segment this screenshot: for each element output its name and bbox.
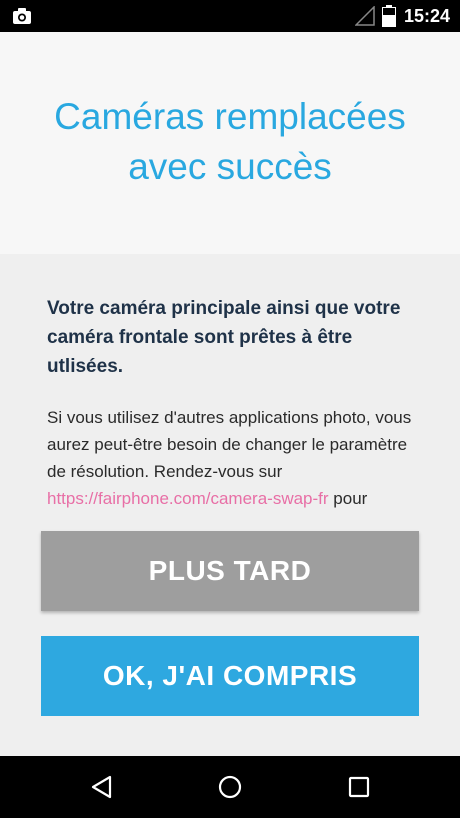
camera-swap-link[interactable]: https://fairphone.com/camera-swap-fr (47, 489, 329, 508)
home-icon[interactable] (216, 773, 244, 801)
ok-button[interactable]: OK, J'AI COMPRIS (41, 636, 419, 716)
later-button-label: PLUS TARD (148, 555, 312, 586)
battery-icon (382, 5, 396, 27)
navigation-bar (0, 756, 460, 818)
lead-text: Votre caméra principale ainsi que votre … (47, 298, 401, 377)
title-line-2: avec succès (128, 146, 332, 187)
page-title: Caméras remplacées avec succès (0, 92, 460, 192)
clock: 15:24 (403, 6, 450, 26)
camera-icon (13, 8, 31, 24)
recent-apps-icon[interactable] (345, 773, 373, 801)
message-content[interactable]: Votre caméra principale ainsi que votre … (0, 254, 460, 508)
title-line-1: Caméras remplacées (54, 96, 406, 137)
signal-icon (355, 6, 375, 26)
body-text-start: Si vous utilisez d'autres applications p… (47, 408, 412, 481)
status-bar: 15:24 (0, 0, 460, 32)
body-text-end: pour (328, 489, 368, 508)
header: Caméras remplacées avec succès (0, 32, 460, 254)
back-icon[interactable] (88, 773, 116, 801)
ok-button-label: OK, J'AI COMPRIS (102, 660, 358, 691)
body-text: Si vous utilisez d'autres applications p… (47, 404, 427, 508)
later-button[interactable]: PLUS TARD (41, 531, 419, 611)
